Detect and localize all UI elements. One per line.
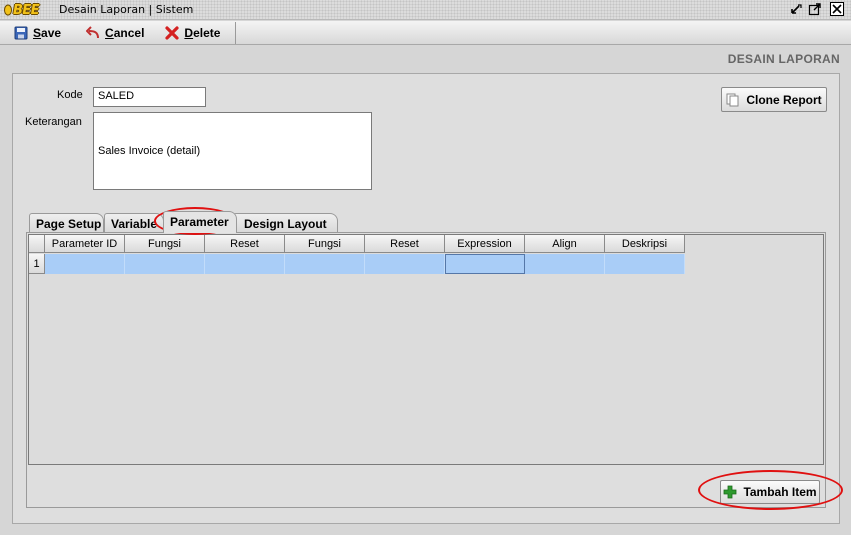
save-label: Save — [33, 26, 62, 40]
tab-page-setup[interactable]: Page Setup — [29, 213, 104, 233]
column-header[interactable]: Align — [525, 235, 605, 253]
table-cell[interactable] — [205, 254, 285, 274]
floppy-disk-icon — [14, 26, 28, 40]
grid-header: Parameter ID Fungsi Reset Fungsi Reset E… — [29, 235, 685, 253]
table-cell-focused[interactable] — [445, 254, 525, 274]
tab-label: Variable — [111, 217, 158, 231]
table-cell[interactable] — [525, 254, 605, 274]
column-header[interactable]: Deskripsi — [605, 235, 685, 253]
grid-corner — [29, 235, 45, 253]
close-icon[interactable] — [830, 2, 844, 16]
table-cell[interactable] — [605, 254, 685, 274]
column-header[interactable]: Fungsi — [125, 235, 205, 253]
red-x-icon — [165, 26, 180, 40]
table-cell[interactable] — [285, 254, 365, 274]
parameter-tab-content: Parameter ID Fungsi Reset Fungsi Reset E… — [26, 232, 826, 508]
tambah-item-label: Tambah Item — [743, 485, 817, 499]
title-bar: BEE Desain Laporan | Sistem — [0, 0, 851, 20]
column-header[interactable]: Expression — [445, 235, 525, 253]
delete-button[interactable]: Delete — [155, 22, 229, 44]
row-number: 1 — [29, 254, 45, 274]
tab-label: Design Layout — [244, 217, 327, 231]
green-plus-icon — [724, 485, 737, 499]
table-cell[interactable] — [45, 254, 125, 274]
tab-label: Page Setup — [36, 217, 102, 231]
tab-parameter[interactable]: Parameter — [163, 211, 237, 233]
page-title: DESAIN LAPORAN — [727, 52, 840, 66]
save-button[interactable]: Save — [4, 22, 70, 44]
delete-label: Delete — [184, 26, 221, 40]
tab-variable[interactable]: Variable — [104, 213, 164, 233]
tambah-item-button[interactable]: Tambah Item — [720, 480, 820, 504]
toolbar-group: Save Cancel Delete — [4, 22, 237, 44]
kode-field[interactable]: SALED — [93, 87, 206, 107]
copy-document-icon — [726, 93, 739, 106]
bee-logo-icon — [4, 4, 12, 16]
keterangan-label: Keterangan — [25, 116, 82, 128]
maximize-icon[interactable] — [808, 2, 822, 16]
main-panel: Kode SALED Keterangan Sales Invoice (det… — [12, 73, 840, 524]
cancel-button[interactable]: Cancel — [76, 22, 153, 44]
tab-design-layout[interactable]: Design Layout — [233, 213, 338, 233]
tab-label: Parameter — [170, 215, 229, 229]
clone-report-label: Clone Report — [746, 92, 822, 107]
minimize-icon[interactable] — [789, 2, 803, 16]
table-cell[interactable] — [125, 254, 205, 274]
bee-logo: BEE — [3, 2, 40, 18]
column-header[interactable]: Fungsi — [285, 235, 365, 253]
column-header[interactable]: Reset — [365, 235, 445, 253]
cancel-label: Cancel — [105, 26, 145, 40]
logo-text: BEE — [13, 2, 40, 18]
kode-label: Kode — [57, 89, 83, 101]
parameter-grid[interactable]: Parameter ID Fungsi Reset Fungsi Reset E… — [28, 234, 824, 465]
toolbar: Save Cancel Delete — [0, 21, 851, 45]
column-header[interactable]: Parameter ID — [45, 235, 125, 253]
undo-arrow-icon — [86, 26, 100, 39]
clone-report-button[interactable]: Clone Report — [721, 87, 827, 112]
column-header[interactable]: Reset — [205, 235, 285, 253]
table-cell[interactable] — [365, 254, 445, 274]
table-row[interactable]: 1 — [29, 254, 685, 274]
keterangan-field[interactable]: Sales Invoice (detail) — [93, 112, 372, 190]
window-title: Desain Laporan | Sistem — [59, 3, 194, 16]
